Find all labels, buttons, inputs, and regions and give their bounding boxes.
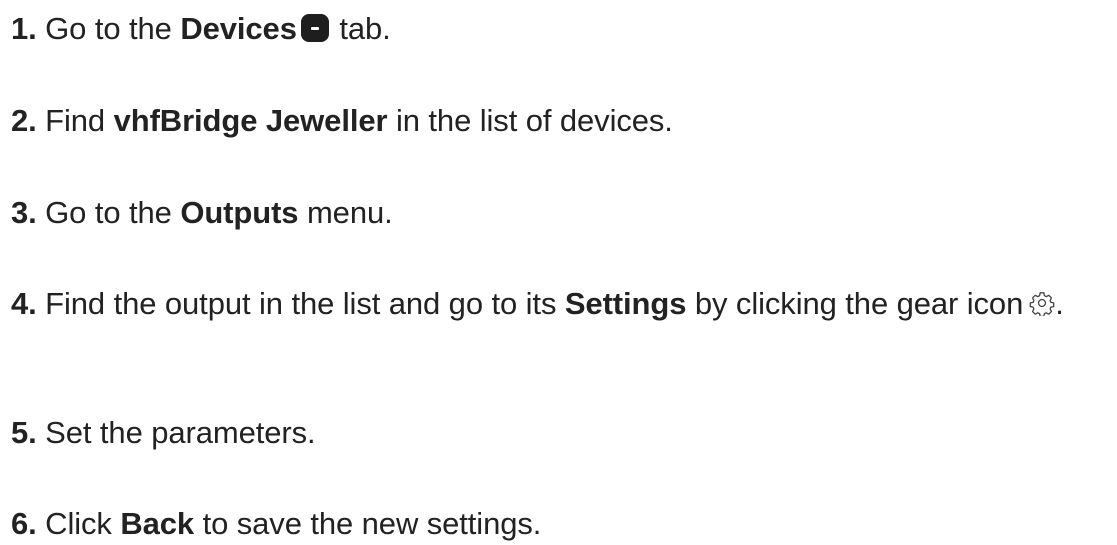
step-text-end: menu. (306, 195, 393, 230)
devices-tab-icon (300, 14, 329, 42)
step-keyword-devices: Devices (180, 11, 297, 46)
step-text-trail: . (1055, 286, 1064, 321)
step-number: 2. (11, 103, 37, 138)
step-3: 3. Go to the Outputs menu. (11, 192, 393, 234)
step-text: Set the parameters. (45, 415, 316, 450)
step-text-end: by clicking the gear icon (694, 286, 1024, 321)
step-text-end: tab. (339, 11, 391, 46)
step-keyword-settings: Settings (564, 286, 687, 321)
step-6: 6. Click Back to save the new settings. (11, 503, 541, 545)
step-text: Find (45, 103, 106, 138)
step-text: Go to the (45, 11, 172, 46)
step-number: 3. (11, 195, 37, 230)
step-keyword-back: Back (120, 506, 195, 541)
step-text-end: to save the new settings. (202, 506, 542, 541)
step-number: 6. (11, 506, 37, 541)
step-text: Find the output in the list and go to it… (45, 286, 557, 321)
step-number: 1. (11, 11, 37, 46)
step-2: 2. Find vhfBridge Jeweller in the list o… (11, 100, 673, 142)
step-1: 1. Go to the Devices tab. (11, 8, 391, 50)
step-keyword-outputs: Outputs (180, 195, 299, 230)
step-text: Click (45, 506, 112, 541)
step-text: Go to the (45, 195, 172, 230)
step-number: 5. (11, 415, 37, 450)
step-5: 5. Set the parameters. (11, 412, 316, 454)
step-number: 4. (11, 286, 37, 321)
gear-icon (1029, 292, 1055, 316)
step-keyword-device-name: vhfBridge Jeweller (113, 103, 388, 138)
step-text-end: in the list of devices. (395, 103, 673, 138)
step-4: 4. Find the output in the list and go to… (11, 283, 1111, 325)
